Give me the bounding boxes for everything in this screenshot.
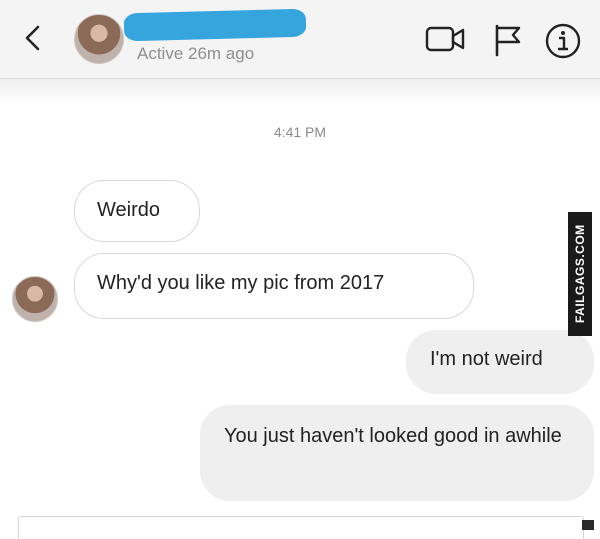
watermark-label: FAILGAGS.COM	[568, 212, 592, 336]
active-status: Active 26m ago	[137, 44, 255, 63]
message-input-bar[interactable]	[18, 516, 584, 539]
header-shadow	[0, 79, 600, 105]
contact-name-redacted	[123, 8, 307, 42]
chat-header: Active 26m ago	[0, 0, 600, 79]
incoming-message[interactable]: Weirdo	[74, 180, 200, 242]
outgoing-message[interactable]: You just haven't looked good in awhile	[200, 405, 594, 501]
incoming-message[interactable]: Why'd you like my pic from 2017	[74, 253, 474, 319]
outgoing-message[interactable]: I'm not weird	[406, 330, 594, 394]
chevron-left-icon[interactable]	[18, 22, 48, 54]
info-icon[interactable]	[543, 22, 583, 60]
corner-mark	[582, 520, 594, 530]
flag-icon[interactable]	[490, 22, 526, 58]
message-timestamp: 4:41 PM	[273, 124, 327, 140]
sender-avatar[interactable]	[12, 276, 58, 322]
contact-avatar[interactable]	[74, 14, 124, 64]
video-camera-icon[interactable]	[424, 22, 468, 56]
